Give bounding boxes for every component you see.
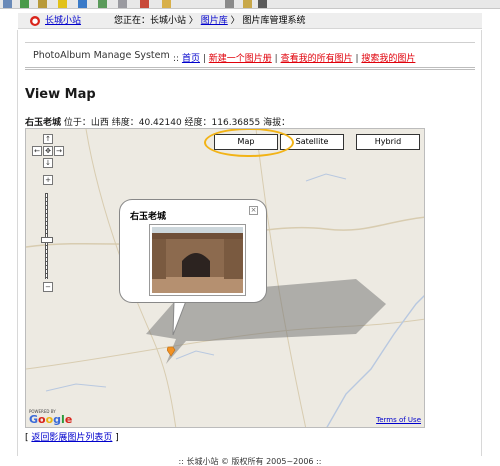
map-view[interactable]: ↑ ← ✥ → ↓ + − Map Satellite Hybrid 右玉老城 …: [25, 128, 425, 428]
nav-search-link[interactable]: 搜索我的图片: [361, 54, 415, 64]
pan-left-button[interactable]: ←: [32, 146, 42, 156]
pan-right-button[interactable]: →: [54, 146, 64, 156]
album-link[interactable]: 图片库: [201, 16, 228, 26]
location-photo[interactable]: [149, 224, 246, 296]
frame-border-left: [17, 30, 18, 456]
star-icon[interactable]: [58, 0, 67, 8]
back-to-list-link[interactable]: 返回影展图片列表页: [31, 433, 112, 443]
location-info: 右玉老城 位于：山西 纬度：40.42140 经度：116.36855 海拔：: [25, 115, 290, 128]
footer: :: 长城小站 © 版权所有 2005~2006 ::: [178, 457, 322, 466]
location-details: 位于：山西 纬度：40.42140 经度：116.36855 海拔：: [61, 118, 291, 128]
folder-icon[interactable]: [162, 0, 171, 8]
nav-links: :: 首页 | 新建一个图片册 | 查看我的所有图片 | 搜索我的图片: [173, 51, 415, 64]
stop-icon[interactable]: [140, 0, 149, 8]
nav-separator: ::: [173, 54, 180, 64]
nav-separator: |: [355, 54, 359, 64]
zoom-slider[interactable]: [45, 193, 48, 279]
nav-my-pictures-link[interactable]: 查看我的所有图片: [281, 54, 353, 64]
bracket-close: ]: [115, 433, 119, 443]
image-icon[interactable]: [258, 0, 267, 8]
paste-icon[interactable]: [243, 0, 252, 8]
close-icon[interactable]: ×: [249, 206, 258, 215]
system-name: PhotoAlbum Manage System: [33, 50, 170, 61]
city-gate-photo: [152, 227, 243, 293]
map-type-hybrid-button[interactable]: Hybrid: [356, 134, 420, 150]
infowindow-title: 右玉老城: [130, 212, 167, 222]
site-home-link[interactable]: 长城小站: [45, 13, 81, 29]
page-title: View Map: [25, 87, 96, 102]
pan-up-button[interactable]: ↑: [43, 134, 53, 144]
edit-icon[interactable]: [38, 0, 47, 8]
location-trail: 您正在：长城小站 〉 图片库 〉 图片库管理系统: [114, 13, 306, 29]
home-icon: ●: [30, 16, 40, 26]
map-infowindow: 右玉老城 ×: [119, 199, 267, 303]
location-marker-icon[interactable]: [167, 346, 176, 357]
zoom-in-button[interactable]: +: [43, 175, 53, 185]
save-icon[interactable]: [20, 0, 29, 8]
refresh-icon[interactable]: [98, 0, 107, 8]
window-icon[interactable]: [3, 0, 12, 8]
cut-icon[interactable]: [225, 0, 234, 8]
back-icon[interactable]: [78, 0, 87, 8]
pan-down-button[interactable]: ↓: [43, 158, 53, 168]
nav-new-album-link[interactable]: 新建一个图片册: [209, 54, 272, 64]
location-prefix: 您正在：长城小站 〉: [114, 16, 198, 26]
terms-of-use-link[interactable]: Terms of Use: [376, 416, 421, 424]
location-suffix: 〉 图片库管理系统: [230, 16, 306, 26]
zoom-slider-thumb[interactable]: [41, 237, 53, 243]
location-name: 右玉老城: [25, 118, 62, 128]
highlight-circle: [204, 129, 294, 157]
google-logo: POWERED BY Google: [29, 409, 72, 426]
back-link-row: [ 返回影展图片列表页 ]: [25, 430, 119, 443]
nav-separator: |: [202, 54, 206, 64]
bracket-open: [: [25, 433, 29, 443]
google-wordmark: Google: [29, 413, 73, 426]
nav-bar: PhotoAlbum Manage System :: 首页 | 新建一个图片册…: [25, 42, 475, 70]
pan-center-button[interactable]: ✥: [43, 146, 53, 156]
breadcrumb: ● 长城小站 您正在：长城小站 〉 图片库 〉 图片库管理系统: [18, 13, 482, 29]
nav-home-link[interactable]: 首页: [182, 54, 200, 64]
frame-border-right: [481, 30, 482, 456]
nav-separator: |: [274, 54, 278, 64]
browser-toolbar: [0, 0, 500, 9]
page-icon[interactable]: [118, 0, 127, 8]
zoom-out-button[interactable]: −: [43, 282, 53, 292]
